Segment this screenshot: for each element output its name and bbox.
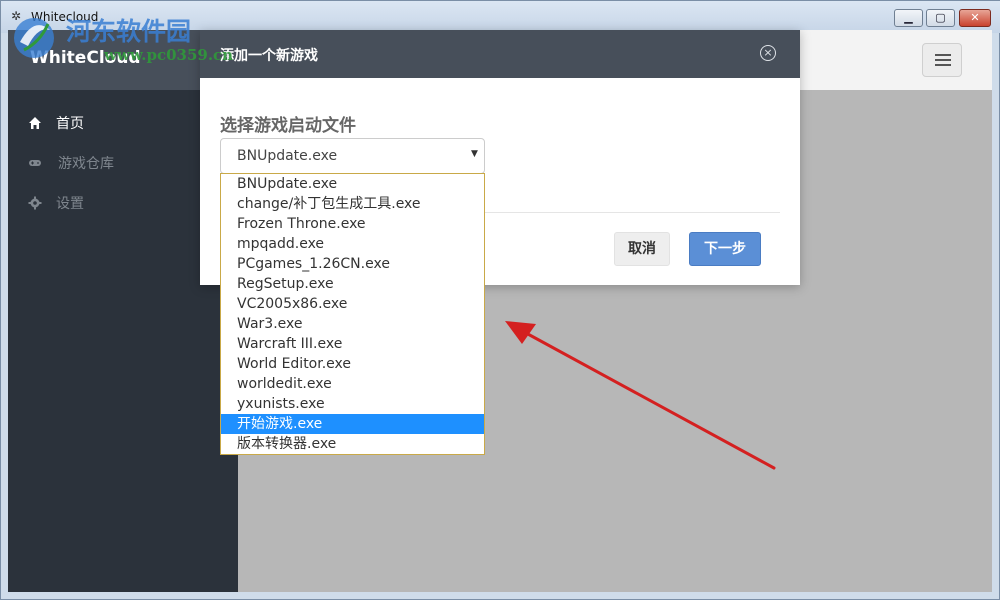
annotation-arrow: [505, 321, 776, 470]
